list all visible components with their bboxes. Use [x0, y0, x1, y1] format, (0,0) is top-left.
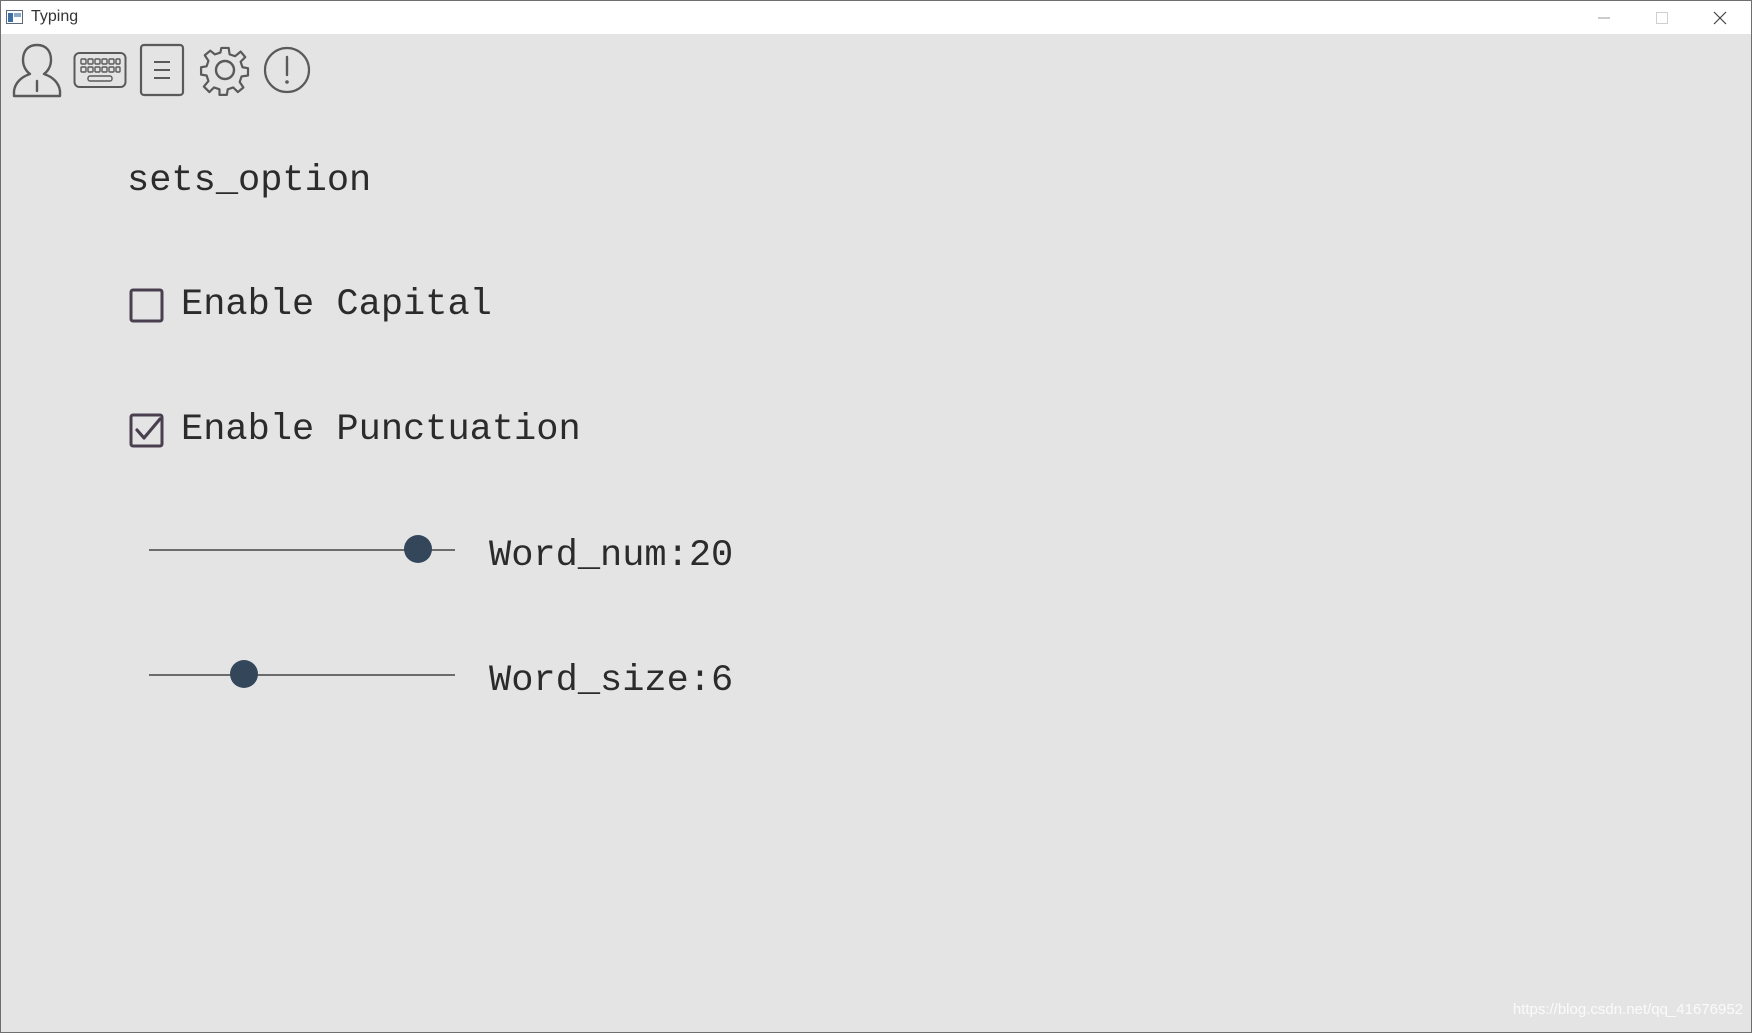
word-size-label: Word_size:6 [489, 660, 734, 702]
title-bar[interactable]: Typing [1, 1, 1751, 34]
word-num-label: Word_num:20 [489, 535, 734, 577]
info-icon [263, 46, 311, 94]
word-size-slider[interactable] [149, 654, 455, 694]
gear-icon [199, 46, 250, 96]
document-icon [139, 43, 185, 97]
minimize-icon [1598, 17, 1610, 18]
checkbox-checked-icon [129, 413, 164, 447]
user-icon [12, 43, 62, 98]
keyboard-icon [73, 52, 127, 88]
enable-punctuation-checkbox[interactable] [129, 413, 164, 448]
app-icon [6, 10, 23, 24]
toolbar-user-button[interactable] [11, 41, 63, 99]
maximize-button[interactable] [1633, 1, 1691, 34]
close-icon [1713, 11, 1727, 24]
enable-capital-label[interactable]: Enable Capital [181, 283, 492, 327]
enable-capital-option[interactable]: Enable Capital [129, 283, 492, 327]
app-window: Typing sets_option Enable Capital Enable… [0, 0, 1752, 1033]
maximize-icon [1656, 11, 1668, 24]
close-button[interactable] [1691, 1, 1749, 34]
toolbar-document-button[interactable] [139, 41, 185, 99]
toolbar-info-button[interactable] [263, 41, 311, 99]
watermark: https://blog.csdn.net/qq_41676952 [1512, 1001, 1743, 1018]
window-title: Typing [31, 8, 79, 25]
toolbar-settings-button[interactable] [197, 41, 253, 99]
slider-track[interactable] [149, 674, 455, 676]
enable-punctuation-option[interactable]: Enable Punctuation [129, 408, 581, 452]
slider-thumb[interactable] [404, 535, 433, 563]
slider-thumb[interactable] [229, 660, 258, 688]
word-num-slider[interactable] [149, 529, 455, 569]
checkbox-unchecked-icon [129, 288, 164, 322]
enable-capital-checkbox[interactable] [129, 288, 164, 323]
minimize-button[interactable] [1575, 1, 1633, 34]
enable-punctuation-label[interactable]: Enable Punctuation [181, 408, 581, 452]
settings-heading: sets_option [127, 160, 372, 202]
toolbar-keyboard-button[interactable] [73, 41, 127, 99]
